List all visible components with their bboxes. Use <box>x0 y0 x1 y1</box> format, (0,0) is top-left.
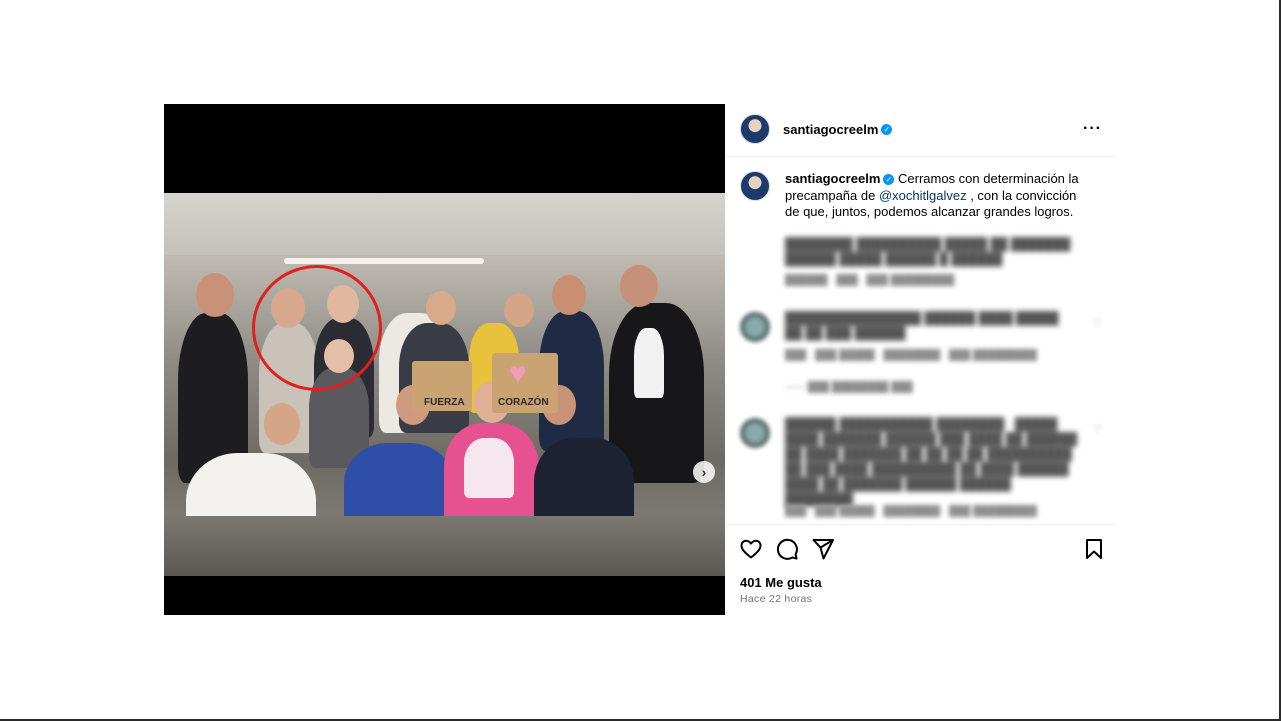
post-author: santiagocreelm ✓ <box>783 121 893 139</box>
photo-head <box>264 403 300 445</box>
caption-username[interactable]: santiagocreelm <box>785 171 880 186</box>
more-options-icon[interactable]: ··· <box>1083 120 1102 138</box>
highlight-circle <box>252 265 382 391</box>
photo-person-shirt <box>634 328 664 398</box>
comment-avatar <box>740 312 770 342</box>
avatar[interactable] <box>740 171 770 201</box>
like-icon[interactable] <box>739 537 763 561</box>
comment-like-icon[interactable]: ♡ <box>1093 318 1102 329</box>
post-caption: santiagocreelm ✓ Cerramos con determinaci… <box>785 171 1085 221</box>
post-media: FUERZA ♥ CORAZÓN › <box>164 104 725 615</box>
photo-head <box>552 275 586 315</box>
photo-person-shirt <box>464 438 514 498</box>
photo-sign-fuerza: FUERZA <box>412 361 472 411</box>
comment-blurred: ████████████████ ██████ ████ █████ ██ ██… <box>785 311 1059 340</box>
comment-like-icon[interactable]: ♡ <box>1093 424 1102 435</box>
caption-meta-blurred: ██████ · ███ · ███ █████████ <box>785 275 955 286</box>
photo-head <box>620 265 658 307</box>
photo-ceiling <box>164 193 725 255</box>
next-slide-button[interactable]: › <box>693 461 715 483</box>
like-count[interactable]: 401 Me gusta <box>740 575 822 590</box>
comment-meta-blurred: ███ · ███ █████ · ████████ · ███ ███████… <box>785 506 1037 517</box>
caption-continued-blurred: ████████ ██████████ █████ ██ ███████ ███… <box>785 237 1071 266</box>
mention-link[interactable]: @xochitlgalvez <box>879 188 967 203</box>
username-link[interactable]: santiagocreelm <box>783 122 878 137</box>
photo-head <box>426 291 456 325</box>
chevron-right-icon: › <box>701 464 707 480</box>
post-actions: 401 Me gusta Hace 22 horas <box>725 524 1116 616</box>
post-sidebar: santiagocreelm ✓ ··· santiagocreelm ✓ Cerr… <box>725 104 1116 615</box>
comment-avatar <box>740 418 770 448</box>
avatar[interactable] <box>740 114 770 144</box>
photo-head <box>504 293 534 327</box>
post-timestamp[interactable]: Hace 22 horas <box>740 593 812 605</box>
photo-head <box>196 273 234 317</box>
share-icon[interactable] <box>811 537 835 561</box>
photo-floor <box>164 516 725 576</box>
verified-icon: ✓ <box>883 174 895 186</box>
verified-icon: ✓ <box>881 124 893 136</box>
photo-sign-corazon: ♥ CORAZÓN <box>492 353 558 413</box>
save-icon[interactable] <box>1082 537 1106 561</box>
photo-sign-fuerza-text: FUERZA <box>424 397 465 408</box>
heart-icon: ♥ <box>509 357 527 390</box>
comment-icon[interactable] <box>775 537 799 561</box>
comment-meta-blurred: ███ · ███ █████ · ████████ · ███ ███████… <box>785 350 1037 361</box>
post-header: santiagocreelm ✓ ··· <box>725 104 1116 157</box>
post-photo: FUERZA ♥ CORAZÓN › <box>164 193 725 576</box>
comment-blurred: ██████ ███████████ ████████ · █████ ████… <box>785 417 1078 506</box>
photo-sign-corazon-text: CORAZÓN <box>498 397 549 408</box>
view-replies-blurred: —— ███ ████████ ███ <box>785 382 913 393</box>
